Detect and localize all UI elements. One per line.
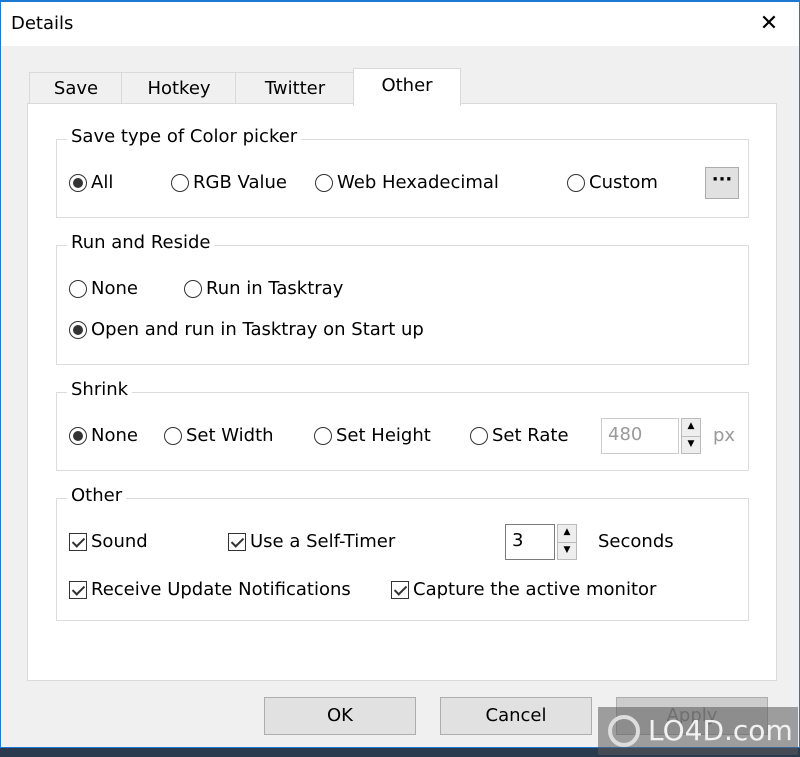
checkbox-self-timer[interactable]: Use a Self-Timer: [228, 531, 395, 552]
radio-indicator: [171, 173, 189, 192]
timer-seconds-input[interactable]: 3: [505, 524, 555, 560]
cancel-button[interactable]: Cancel: [440, 697, 592, 735]
radio-indicator: [315, 173, 333, 192]
run-reside-legend: Run and Reside: [67, 232, 215, 253]
timer-unit-label: Seconds: [598, 531, 674, 552]
lo4d-logo-icon: [608, 715, 640, 747]
other-legend: Other: [67, 485, 127, 506]
other-group: Other Sound Use a Self-Timer 3 ▲ ▼ Secon…: [56, 485, 749, 621]
radio-shrink-height[interactable]: Set Height: [314, 425, 431, 446]
radio-label: None: [91, 278, 138, 299]
tab-save[interactable]: Save: [29, 72, 123, 105]
custom-format-button[interactable]: ···: [705, 167, 739, 199]
radio-label: Set Width: [186, 425, 274, 446]
color-picker-legend: Save type of Color picker: [67, 126, 302, 147]
checkbox-label: Sound: [91, 531, 148, 552]
checkbox-active-monitor[interactable]: Capture the active monitor: [391, 579, 656, 600]
checkbox-label: Capture the active monitor: [413, 579, 657, 600]
radio-label: RGB Value: [193, 172, 287, 193]
radio-shrink-width[interactable]: Set Width: [164, 425, 274, 446]
radio-indicator: [69, 173, 87, 192]
radio-color-custom[interactable]: Custom: [567, 172, 658, 193]
checkbox-indicator: [69, 532, 87, 551]
radio-label: None: [91, 425, 138, 446]
checkbox-indicator: [69, 580, 87, 599]
shrink-unit-label: px: [713, 425, 736, 446]
radio-color-rgb[interactable]: RGB Value: [171, 172, 287, 193]
checkbox-label: Use a Self-Timer: [250, 531, 396, 552]
checkbox-update-notifications[interactable]: Receive Update Notifications: [69, 579, 351, 600]
timer-seconds-spinner[interactable]: ▲ ▼: [557, 524, 577, 560]
radio-shrink-rate[interactable]: Set Rate: [470, 425, 569, 446]
title-bar: Details ✕: [1, 2, 799, 46]
radio-indicator: [567, 173, 585, 192]
radio-indicator: [470, 426, 488, 445]
shrink-size-spinner[interactable]: ▲ ▼: [681, 418, 701, 454]
run-reside-group: Run and Reside None Run in Tasktray Open…: [56, 232, 749, 365]
radio-indicator: [69, 279, 87, 298]
spin-up-icon[interactable]: ▲: [558, 525, 576, 543]
radio-indicator: [314, 426, 332, 445]
checkbox-sound[interactable]: Sound: [69, 531, 148, 552]
radio-indicator: [164, 426, 182, 445]
radio-run-none[interactable]: None: [69, 278, 138, 299]
checkbox-label: Receive Update Notifications: [91, 579, 351, 600]
spin-down-icon[interactable]: ▼: [558, 543, 576, 560]
tab-twitter[interactable]: Twitter: [235, 72, 355, 105]
shrink-legend: Shrink: [67, 379, 133, 400]
color-picker-group: Save type of Color picker All RGB Value …: [56, 126, 749, 218]
radio-label: All: [91, 172, 114, 193]
watermark-text: LO4D.com: [648, 714, 793, 747]
tab-panel-other: Save type of Color picker All RGB Value …: [27, 103, 777, 681]
radio-run-startup[interactable]: Open and run in Tasktray on Start up: [69, 319, 424, 340]
checkbox-indicator: [228, 532, 246, 551]
spin-down-icon[interactable]: ▼: [682, 437, 700, 454]
radio-label: Set Rate: [492, 425, 569, 446]
shrink-group: Shrink None Set Width Set Height Set Rat…: [56, 379, 749, 471]
radio-label: Run in Tasktray: [206, 278, 344, 299]
close-button[interactable]: ✕: [749, 8, 789, 40]
spin-up-icon[interactable]: ▲: [682, 419, 700, 437]
tab-hotkey[interactable]: Hotkey: [121, 72, 237, 105]
radio-label: Open and run in Tasktray on Start up: [91, 319, 424, 340]
checkbox-indicator: [391, 580, 409, 599]
radio-label: Web Hexadecimal: [337, 172, 499, 193]
radio-shrink-none[interactable]: None: [69, 425, 138, 446]
radio-label: Set Height: [336, 425, 431, 446]
radio-label: Custom: [589, 172, 658, 193]
radio-indicator: [184, 279, 202, 298]
shrink-size-input[interactable]: 480: [601, 418, 679, 454]
window-title: Details: [11, 13, 74, 34]
radio-color-all[interactable]: All: [69, 172, 113, 193]
radio-color-web-hex[interactable]: Web Hexadecimal: [315, 172, 499, 193]
radio-indicator: [69, 426, 87, 445]
details-dialog: Details ✕ Save Hotkey Twitter Other Save…: [0, 0, 800, 748]
ok-button[interactable]: OK: [264, 697, 416, 735]
tab-other[interactable]: Other: [353, 68, 461, 106]
radio-run-tasktray[interactable]: Run in Tasktray: [184, 278, 343, 299]
watermark: LO4D.com: [598, 707, 798, 755]
radio-indicator: [69, 320, 87, 339]
